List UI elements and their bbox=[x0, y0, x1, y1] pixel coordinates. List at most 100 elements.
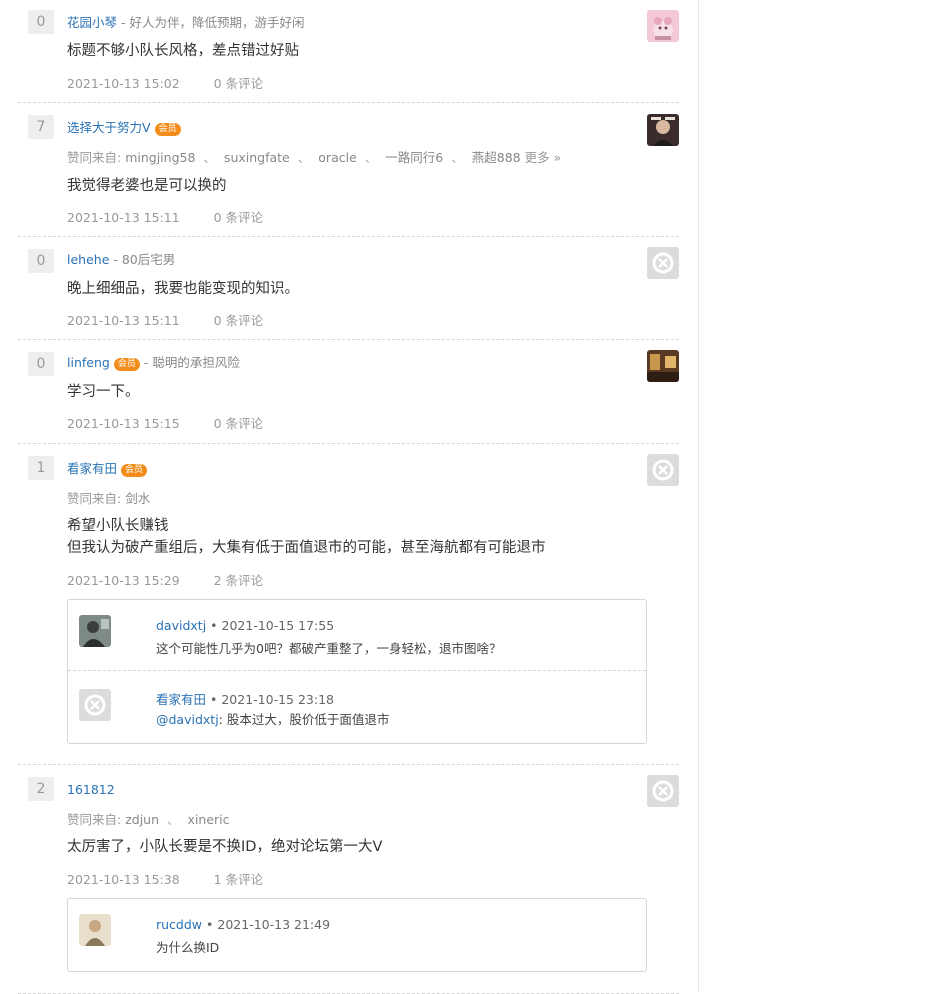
author-signature: 好人为伴，降低预期，游手好闲 bbox=[129, 15, 305, 30]
comment-count-link[interactable]: 0 条评论 bbox=[214, 210, 263, 225]
member-badge: 会员 bbox=[113, 358, 140, 371]
bullet: • bbox=[210, 692, 218, 707]
commenter-name-link[interactable]: davidxtj bbox=[156, 618, 206, 633]
answer-item: 2 161812 赞同来自: zdjun 、 xineric 太厉害了，小队长要是不… bbox=[18, 765, 679, 994]
comment-body: 这个可能性几乎为0吧？都破产重整了，一身轻松，退市图啥？ bbox=[156, 641, 502, 656]
answer-meta: 2021-10-13 15:29 2 条评论 bbox=[67, 570, 263, 589]
comment-text: 为什么换ID bbox=[156, 937, 219, 956]
author-name-link[interactable]: lehehe bbox=[67, 252, 109, 267]
answer-content: 晚上细细品，我要也能变现的知识。 bbox=[67, 278, 299, 300]
comment-count-link[interactable]: 1 条评论 bbox=[214, 872, 263, 887]
default-avatar[interactable] bbox=[647, 247, 679, 279]
agree-user-link[interactable]: suxingfate bbox=[224, 150, 290, 165]
signature-separator: - bbox=[109, 252, 122, 267]
agree-user-link[interactable]: zdjun bbox=[125, 812, 159, 827]
comment-count-link[interactable]: 0 条评论 bbox=[214, 416, 263, 431]
bullet: • bbox=[210, 618, 218, 633]
vote-count[interactable]: 0 bbox=[28, 249, 54, 273]
answer-item: 0 lehehe - 80后宅男 晚上细细品，我要也能变现的知识。 2021-1… bbox=[18, 237, 679, 340]
answer-content: 学习一下。 bbox=[67, 381, 140, 403]
comment-count-link[interactable]: 2 条评论 bbox=[214, 573, 263, 588]
author-line: lehehe - 80后宅男 bbox=[67, 249, 175, 268]
default-avatar[interactable] bbox=[647, 454, 679, 486]
signature-separator: - bbox=[117, 15, 130, 30]
author-signature: 聪明的承担风险 bbox=[152, 355, 240, 370]
answer-item: 0 花园小琴 - 好人为伴，降低预期，游手好闲 标题不够小队长风格，差点错过好贴… bbox=[18, 0, 679, 103]
agree-user-link[interactable]: 燕超888 bbox=[472, 150, 521, 165]
content-line: 标题不够小队长风格，差点错过好贴 bbox=[67, 43, 299, 59]
comment-item: rucddw • 2021-10-13 21:49 为什么换ID bbox=[68, 899, 646, 971]
author-name-link[interactable]: 花园小琴 bbox=[67, 15, 117, 30]
agree-line: 赞同来自: mingjing58、 suxingfate、 oracle、一路同行6… bbox=[67, 147, 561, 166]
agree-user-link[interactable]: xineric bbox=[188, 812, 230, 827]
vote-count[interactable]: 7 bbox=[28, 115, 54, 139]
commenter-avatar[interactable] bbox=[79, 914, 111, 946]
comment-text: 这个可能性几乎为0吧？都破产重整了，一身轻松，退市图啥？ bbox=[156, 638, 501, 657]
author-name-link[interactable]: 选择大于努力V bbox=[67, 120, 151, 135]
agree-label: 赞同来自: bbox=[67, 812, 122, 827]
answer-item: 1 看家有田 会员 赞同来自: 剑水 希望小队长赚钱 但我认为破产重组后，大集有低… bbox=[18, 444, 679, 765]
answer-content: 太厉害了，小队长要是不换ID，绝对论坛第一大V bbox=[67, 836, 382, 858]
commenter-name-link[interactable]: 看家有田 bbox=[156, 692, 206, 707]
agree-separator: 、 bbox=[364, 150, 378, 165]
comment-time: 2021-10-13 21:49 bbox=[217, 917, 331, 932]
comment-header: davidxtj • 2021-10-15 17:55 bbox=[156, 618, 334, 633]
comment-item: 看家有田 • 2021-10-15 23:18 @davidxtj: 股本过大，… bbox=[68, 670, 646, 743]
answer-time: 2021-10-13 15:15 bbox=[67, 416, 180, 431]
signature-separator: - bbox=[139, 355, 153, 370]
content-line: 太厉害了，小队长要是不换ID，绝对论坛第一大V bbox=[67, 839, 383, 855]
agree-user-link[interactable]: 剑水 bbox=[125, 491, 150, 506]
bullet: • bbox=[206, 917, 214, 932]
comment-count-link[interactable]: 0 条评论 bbox=[214, 76, 263, 91]
mention-link[interactable]: @davidxtj bbox=[156, 712, 219, 727]
user-avatar[interactable] bbox=[647, 114, 679, 146]
comment-header: rucddw • 2021-10-13 21:49 bbox=[156, 917, 330, 932]
more-agree-link[interactable]: 更多 » bbox=[525, 150, 562, 165]
vote-count[interactable]: 0 bbox=[28, 352, 54, 376]
content-line: 希望小队长赚钱 bbox=[67, 518, 169, 534]
author-name-link[interactable]: linfeng bbox=[67, 355, 110, 370]
comment-count-link[interactable]: 0 条评论 bbox=[214, 313, 263, 328]
answer-item: 0 linfeng 会员 - 聪明的承担风险 学习一下。 2021-10-13 1… bbox=[18, 340, 679, 444]
agree-user-link[interactable]: oracle bbox=[318, 150, 356, 165]
agree-label: 赞同来自: bbox=[67, 150, 122, 165]
agree-user-link[interactable]: mingjing58 bbox=[125, 150, 195, 165]
answer-content: 希望小队长赚钱 但我认为破产重组后，大集有低于面值退市的可能，甚至海航都有可能退… bbox=[67, 515, 546, 559]
answer-meta: 2021-10-13 15:15 0 条评论 bbox=[67, 413, 263, 432]
vote-count[interactable]: 0 bbox=[28, 10, 54, 34]
user-avatar[interactable] bbox=[647, 350, 679, 382]
comment-header: 看家有田 • 2021-10-15 23:18 bbox=[156, 689, 334, 708]
comment-body: 为什么换ID bbox=[156, 940, 220, 955]
comment-body: : 股本过大，股价低于面值退市 bbox=[218, 712, 390, 727]
vote-count[interactable]: 1 bbox=[28, 456, 54, 480]
member-badge: 会员 bbox=[154, 123, 181, 136]
agree-separator: 、 bbox=[297, 150, 311, 165]
vote-count[interactable]: 2 bbox=[28, 777, 54, 801]
author-line: 选择大于努力V 会员 bbox=[67, 117, 181, 136]
answer-list: 0 花园小琴 - 好人为伴，降低预期，游手好闲 标题不够小队长风格，差点错过好贴… bbox=[18, 0, 679, 994]
comment-box: rucddw • 2021-10-13 21:49 为什么换ID bbox=[67, 898, 647, 972]
content-line: 我觉得老婆也是可以换的 bbox=[67, 178, 227, 194]
commenter-avatar[interactable] bbox=[79, 615, 111, 647]
author-line: linfeng 会员 - 聪明的承担风险 bbox=[67, 352, 240, 371]
agree-label: 赞同来自: bbox=[67, 491, 122, 506]
agree-separator: 、 bbox=[167, 812, 180, 827]
answer-meta: 2021-10-13 15:11 0 条评论 bbox=[67, 310, 263, 329]
comment-time: 2021-10-15 17:55 bbox=[221, 618, 335, 633]
answer-time: 2021-10-13 15:11 bbox=[67, 313, 180, 328]
agree-user-link[interactable]: 一路同行6 bbox=[385, 150, 443, 165]
answer-time: 2021-10-13 15:02 bbox=[67, 76, 180, 91]
answer-time: 2021-10-13 15:38 bbox=[67, 872, 180, 887]
answer-meta: 2021-10-13 15:38 1 条评论 bbox=[67, 869, 263, 888]
author-name-link[interactable]: 看家有田 bbox=[67, 461, 117, 476]
commenter-avatar[interactable] bbox=[79, 689, 111, 721]
right-sidebar bbox=[698, 0, 940, 991]
answer-content: 标题不够小队长风格，差点错过好贴 bbox=[67, 40, 299, 62]
comment-item: davidxtj • 2021-10-15 17:55 这个可能性几乎为0吧？都… bbox=[68, 600, 646, 670]
author-name-link[interactable]: 161812 bbox=[67, 782, 115, 797]
answer-time: 2021-10-13 15:29 bbox=[67, 573, 180, 588]
user-avatar[interactable] bbox=[647, 10, 679, 42]
commenter-name-link[interactable]: rucddw bbox=[156, 917, 202, 932]
content-line: 学习一下。 bbox=[67, 384, 140, 400]
default-avatar[interactable] bbox=[647, 775, 679, 807]
